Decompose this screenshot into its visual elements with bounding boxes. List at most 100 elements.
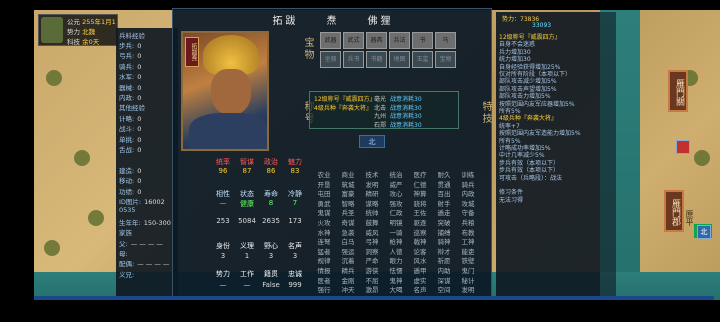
skill-item[interactable]: 布教 (457, 227, 479, 237)
treasure-button[interactable]: 书 (412, 32, 433, 49)
skill-item[interactable]: 精兵 (337, 265, 359, 275)
skill-item[interactable]: 遁甲 (409, 265, 431, 275)
skill-item[interactable]: 戟神 (409, 236, 431, 246)
skill-item[interactable]: 枪神 (385, 236, 407, 246)
skill-item[interactable]: 强运 (337, 246, 359, 256)
skill-item[interactable]: 神算 (409, 188, 431, 198)
skill-item[interactable]: 金刚 (337, 275, 359, 285)
skill-item[interactable]: 鬼谋 (313, 207, 335, 217)
skill-item[interactable]: 名声 (409, 284, 431, 294)
skill-item[interactable]: 商业 (337, 169, 359, 179)
skill-item[interactable]: 深谋 (433, 275, 455, 285)
skill-item[interactable]: 冲天 (337, 284, 359, 294)
skill-item[interactable]: 攻心 (385, 188, 407, 198)
skill-item[interactable]: 医疗 (409, 169, 431, 179)
scroll-bar[interactable] (34, 296, 714, 300)
skill-item[interactable]: 规律 (313, 255, 335, 265)
skill-item[interactable]: 风水 (409, 255, 431, 265)
skill-item[interactable]: 虚实 (409, 275, 431, 285)
skill-item[interactable]: 遁走 (433, 207, 455, 217)
skill-item[interactable]: 鬼门 (457, 265, 479, 275)
skill-item[interactable]: 论客 (409, 246, 431, 256)
skill-item[interactable]: 射手 (433, 198, 455, 208)
skill-item[interactable]: 训练 (457, 169, 479, 179)
general-portrait[interactable]: 拓跋焘 (181, 31, 269, 151)
skill-item[interactable]: 内助 (433, 265, 455, 275)
skill-item[interactable]: 捕缚 (433, 227, 455, 237)
skill-item[interactable]: 仁政 (385, 207, 407, 217)
skill-item[interactable]: 发明 (457, 284, 479, 294)
skill-item[interactable]: 洞察 (361, 246, 383, 256)
skill-item[interactable]: 人徳 (385, 246, 407, 256)
skill-item[interactable]: 百出 (433, 188, 455, 198)
skill-item[interactable]: 奇谋 (337, 217, 359, 227)
skill-item[interactable]: 农业 (313, 169, 335, 179)
skill-item[interactable]: 耐久 (433, 169, 455, 179)
skill-item[interactable]: 屯田 (313, 188, 335, 198)
skill-item[interactable]: 勇武 (313, 198, 335, 208)
skill-item[interactable]: 祈愿 (433, 255, 455, 265)
skill-item[interactable]: 兵粮 (457, 217, 479, 227)
skill-item[interactable]: 猛者 (313, 246, 335, 256)
skill-item[interactable]: 严命 (361, 255, 383, 265)
skill-item[interactable]: 铁壁 (457, 255, 479, 265)
skill-item[interactable]: 情报 (313, 265, 335, 275)
skill-item[interactable]: 内政 (457, 188, 479, 198)
skill-item[interactable]: 精研 (361, 188, 383, 198)
skill-item[interactable]: 白马 (337, 236, 359, 246)
skill-item[interactable]: 发明 (361, 179, 383, 189)
skill-item[interactable]: 开垦 (313, 179, 335, 189)
skill-item[interactable]: 不屈 (361, 275, 383, 285)
treasure-button[interactable]: 马 (435, 32, 456, 49)
skill-item[interactable]: 骁将 (409, 198, 431, 208)
skill-item[interactable]: 智略 (337, 198, 359, 208)
skill-item[interactable]: 筑城 (337, 179, 359, 189)
skill-item[interactable]: 连弩 (313, 236, 335, 246)
skill-item[interactable]: 王佐 (409, 207, 431, 217)
skill-item[interactable]: 统治 (385, 169, 407, 179)
skill-item[interactable]: 技术 (361, 169, 383, 179)
treasure-button[interactable]: 武器 (320, 32, 341, 49)
skill-item[interactable]: 鬼神 (385, 275, 407, 285)
skill-item[interactable]: 激昂 (361, 284, 383, 294)
skill-item[interactable]: 兵圣 (337, 207, 359, 217)
skill-item[interactable]: 明镜 (385, 217, 407, 227)
skill-item[interactable]: 鼓舞 (361, 217, 383, 227)
city-yanmenguan[interactable]: 雁門關 (668, 70, 688, 112)
skill-item[interactable]: 突破 (433, 217, 455, 227)
skill-item[interactable]: 一骑 (385, 227, 407, 237)
treasure-button[interactable]: 兵书 (343, 51, 364, 68)
treasure-button[interactable]: 玉玺 (412, 51, 433, 68)
skill-item[interactable]: 守备 (457, 207, 479, 217)
skill-item[interactable]: 空间 (433, 284, 455, 294)
skill-item[interactable]: 贯通 (433, 179, 455, 189)
skill-item[interactable]: 大喝 (385, 284, 407, 294)
skill-item[interactable]: 急袭 (337, 227, 359, 237)
tab-north[interactable]: 北 (359, 135, 385, 148)
skill-item[interactable]: 骑神 (433, 236, 455, 246)
skill-item[interactable]: 驱逐 (409, 217, 431, 227)
skill-item[interactable]: 火攻 (313, 217, 335, 227)
skill-item[interactable]: 强行 (313, 284, 335, 294)
skill-item[interactable]: 仁德 (409, 179, 431, 189)
skill-item[interactable]: 攻城 (457, 198, 479, 208)
treasure-button[interactable]: 器具 (366, 32, 387, 49)
skill-item[interactable]: 统帅 (361, 207, 383, 217)
treasure-button[interactable]: 书籍 (366, 51, 387, 68)
skill-item[interactable]: 秘计 (457, 275, 479, 285)
skill-item[interactable]: 威风 (361, 227, 383, 237)
skill-item[interactable]: 怯懦 (385, 265, 407, 275)
treasure-button[interactable]: 兵法 (389, 32, 410, 49)
skill-item[interactable]: 辩才 (433, 246, 455, 256)
treasure-button[interactable]: 地图 (389, 51, 410, 68)
skill-item[interactable]: 沉着 (337, 255, 359, 265)
skill-item[interactable]: 弓神 (361, 236, 383, 246)
skill-item[interactable]: 医者 (313, 275, 335, 285)
city-yanmenjun[interactable]: 雁門郡 (664, 190, 684, 232)
treasure-button[interactable]: 武式 (343, 32, 364, 49)
skill-item[interactable]: 强攻 (385, 198, 407, 208)
skill-item[interactable]: 巡察 (409, 227, 431, 237)
skill-item[interactable]: 游侠 (361, 265, 383, 275)
red-marker-icon[interactable] (676, 140, 690, 154)
skill-item[interactable]: 谋略 (361, 198, 383, 208)
